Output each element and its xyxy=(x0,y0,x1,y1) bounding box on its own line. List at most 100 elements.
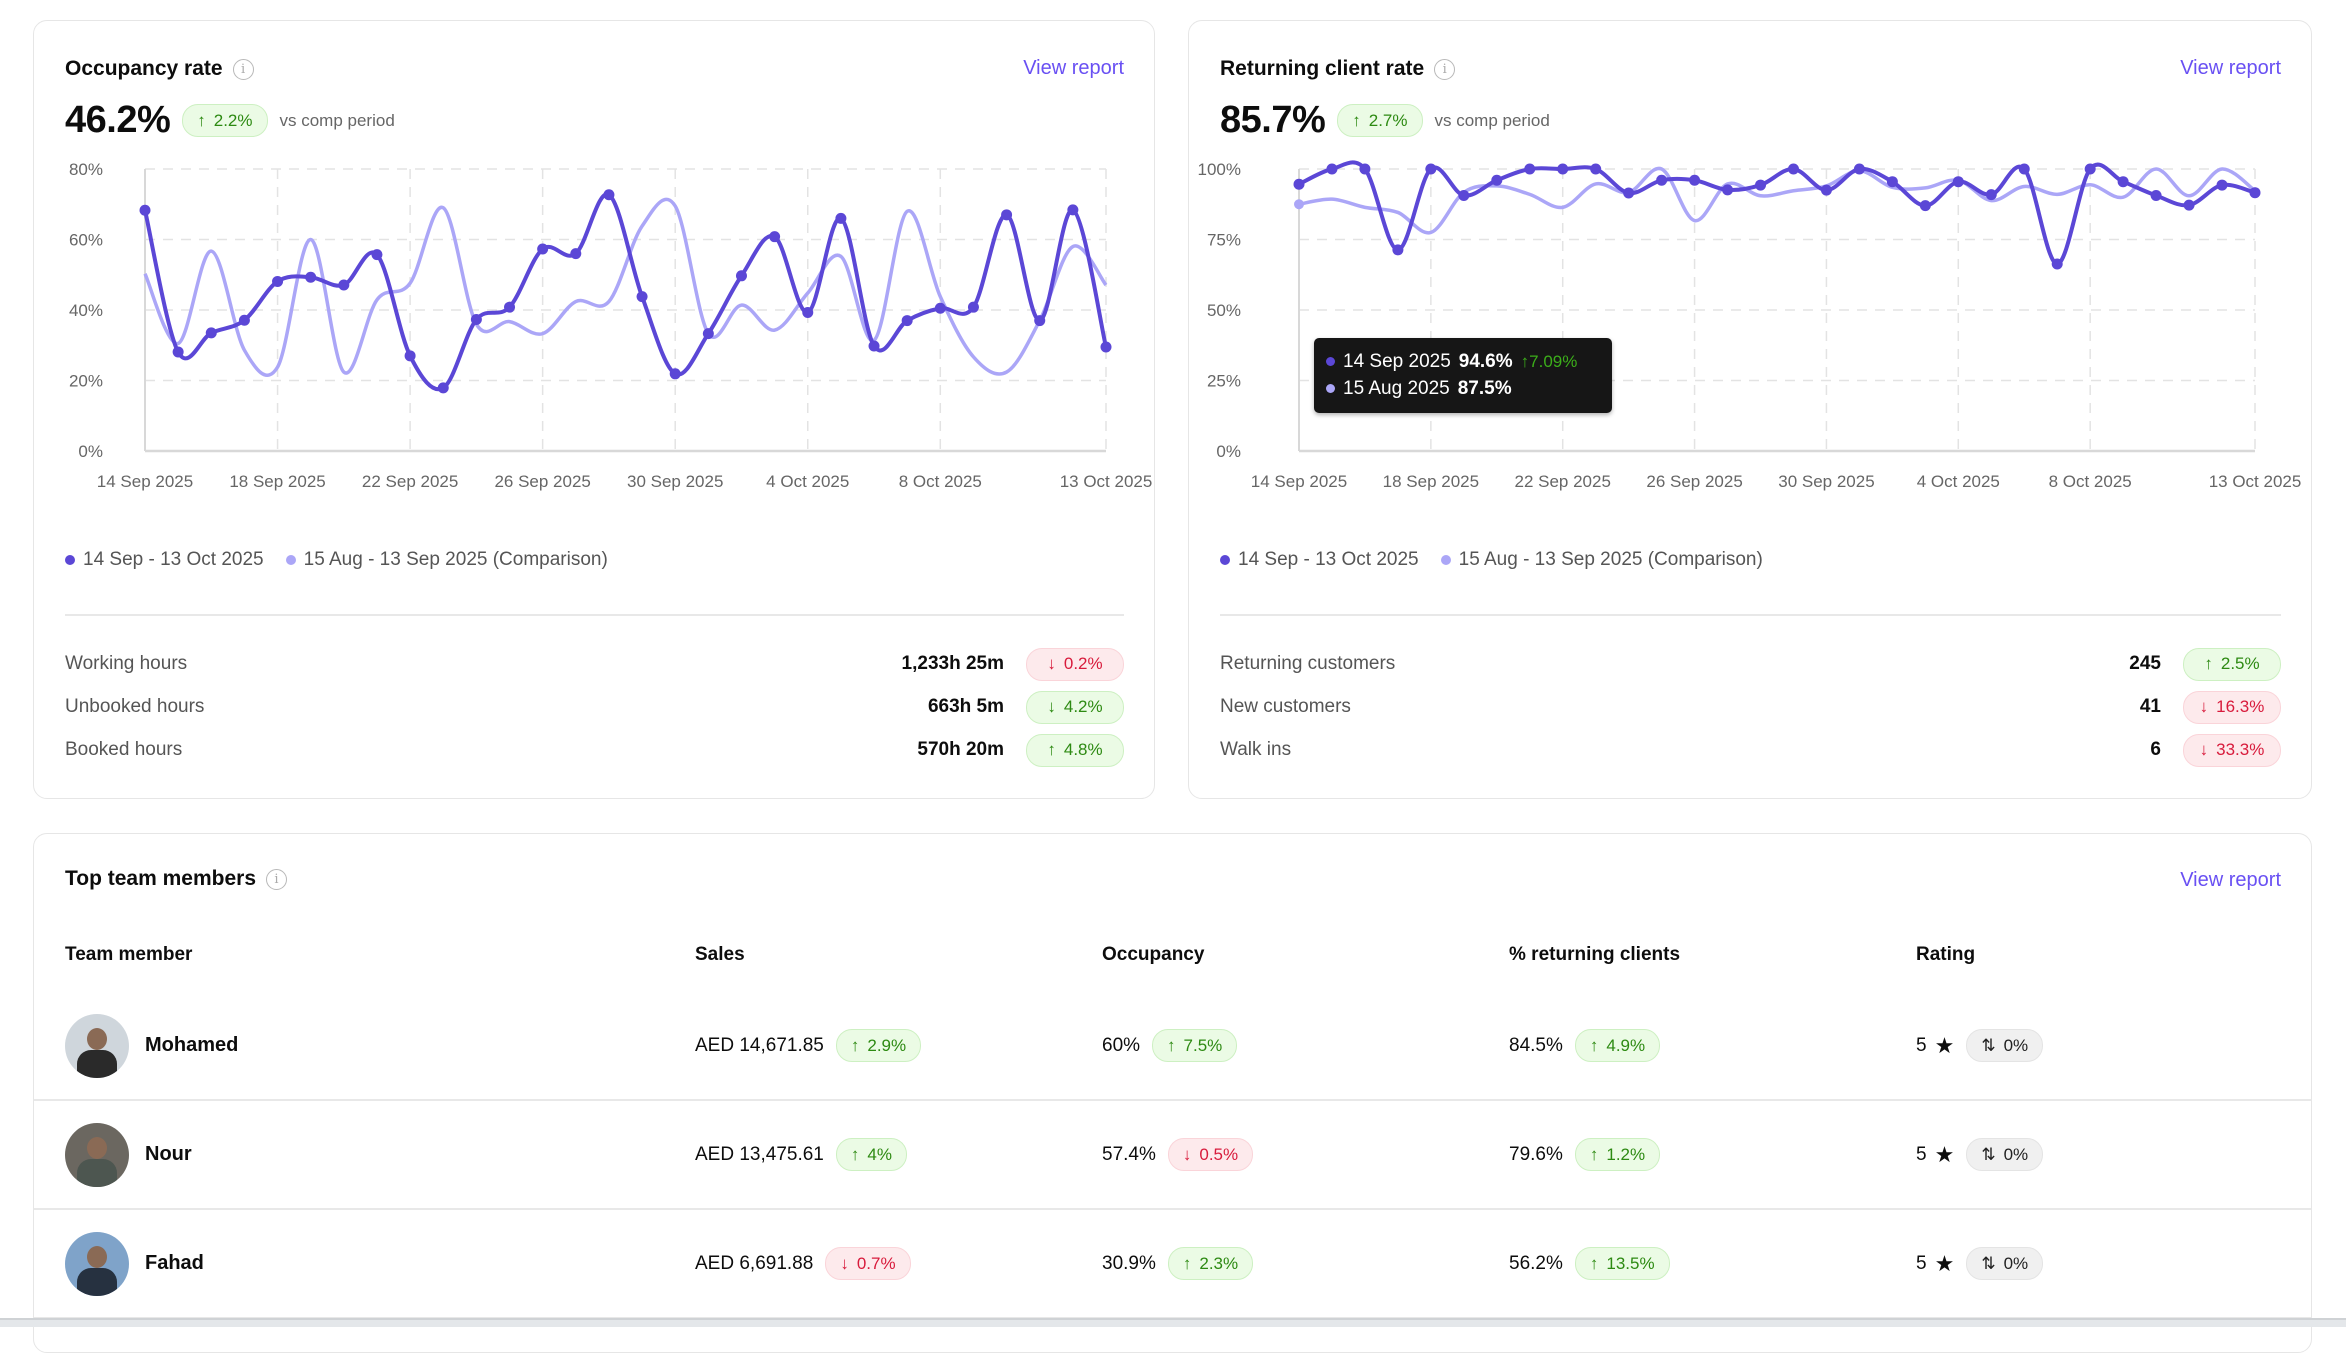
data-point[interactable] xyxy=(1326,163,1338,175)
arrow-down-icon: ↓ xyxy=(2199,740,2209,759)
data-point[interactable] xyxy=(404,350,416,362)
chart-legend: 14 Sep - 13 Oct 2025 15 Aug - 13 Sep 202… xyxy=(65,549,608,571)
data-point[interactable] xyxy=(2150,190,2162,202)
data-point[interactable] xyxy=(2117,176,2129,188)
data-point[interactable] xyxy=(1034,315,1046,327)
returning-value: 56.2% xyxy=(1509,1252,1563,1274)
data-point[interactable] xyxy=(1722,184,1734,196)
data-point[interactable] xyxy=(1067,204,1079,216)
stat-value: 6 xyxy=(2150,739,2161,760)
tooltip-value: 94.6% xyxy=(1458,350,1513,372)
data-point[interactable] xyxy=(1293,178,1305,190)
data-point[interactable] xyxy=(1524,163,1536,175)
data-point[interactable] xyxy=(470,314,482,326)
member-name[interactable]: Fahad xyxy=(145,1252,204,1275)
data-point[interactable] xyxy=(1557,163,1569,175)
data-point[interactable] xyxy=(901,315,913,327)
data-point[interactable] xyxy=(272,275,284,287)
column-header-team-member[interactable]: Team member xyxy=(65,944,192,966)
returning-value: 79.6% xyxy=(1509,1143,1563,1165)
data-point[interactable] xyxy=(305,271,317,283)
series-line-comparison xyxy=(1298,166,2257,235)
data-point[interactable] xyxy=(1656,174,1668,186)
member-name[interactable]: Nour xyxy=(145,1143,192,1166)
divider xyxy=(1220,614,2281,616)
data-point[interactable] xyxy=(769,231,781,243)
data-point[interactable] xyxy=(603,189,615,201)
data-point[interactable] xyxy=(139,204,151,216)
change-text: 0.2% xyxy=(1063,654,1103,673)
member-name[interactable]: Mohamed xyxy=(145,1034,238,1057)
column-header-sales[interactable]: Sales xyxy=(695,944,745,966)
change-text: 2.5% xyxy=(2220,654,2260,673)
data-point[interactable] xyxy=(338,279,350,291)
returning-line-chart[interactable]: 0% 25% 50% 75% 100% 14 Sep 2025 18 Sep 2025 22 … xyxy=(1189,21,2313,521)
change-text: 0.5% xyxy=(1199,1144,1239,1164)
stat-value: 245 xyxy=(2129,653,2161,674)
stat-change-badge: ↓ 33.3% xyxy=(2183,733,2281,767)
data-point[interactable] xyxy=(967,301,979,313)
data-point[interactable] xyxy=(934,302,946,314)
table-row[interactable]: Fahad AED 6,691.88 ↓ 0.7% 30.9% ↑ 2.3% 56.2%… xyxy=(34,1210,2311,1319)
data-point[interactable] xyxy=(636,291,648,303)
data-point-comparison-hover[interactable] xyxy=(1294,199,1304,210)
chart-legend: 14 Sep - 13 Oct 2025 15 Aug - 13 Sep 202… xyxy=(1220,549,1763,571)
data-point[interactable] xyxy=(1689,174,1701,186)
data-point[interactable] xyxy=(2216,179,2228,191)
legend-dot xyxy=(285,554,296,565)
info-icon[interactable]: i xyxy=(266,868,287,890)
occupancy-line-chart[interactable]: 0% 20% 40% 60% 80% 14 Sep 2025 18 Sep 2025 22 S… xyxy=(34,21,1156,521)
data-point[interactable] xyxy=(835,212,847,224)
table-row[interactable]: Nour AED 13,475.61 ↑ 4% 57.4% ↓ 0.5% 79.6% ↑ 1… xyxy=(34,1101,2311,1210)
data-point[interactable] xyxy=(1985,189,1997,201)
change-text: 0.7% xyxy=(856,1253,896,1273)
data-point[interactable] xyxy=(702,328,714,340)
data-point[interactable] xyxy=(1919,200,1931,212)
y-tick-label: 40% xyxy=(69,301,103,320)
data-point[interactable] xyxy=(504,301,516,313)
view-report-link[interactable]: View report xyxy=(2180,869,2281,892)
data-point[interactable] xyxy=(1458,190,1470,202)
data-point[interactable] xyxy=(1001,209,1013,221)
data-point[interactable] xyxy=(1425,163,1437,175)
sales-cell: AED 13,475.61 ↑ 4% xyxy=(695,1101,907,1208)
legend-text: 14 Sep - 13 Oct 2025 xyxy=(1238,549,1419,570)
data-point[interactable] xyxy=(570,248,582,260)
data-point[interactable] xyxy=(1820,184,1832,196)
data-point[interactable] xyxy=(802,306,814,318)
data-point[interactable] xyxy=(2018,163,2030,175)
data-point[interactable] xyxy=(1590,163,1602,175)
data-point[interactable] xyxy=(537,243,549,255)
data-point[interactable] xyxy=(1755,179,1767,191)
data-point[interactable] xyxy=(1853,163,1865,175)
data-point[interactable] xyxy=(371,249,383,261)
data-point[interactable] xyxy=(2084,163,2096,175)
data-point[interactable] xyxy=(437,382,449,394)
data-point[interactable] xyxy=(1392,244,1404,256)
column-header-occupancy[interactable]: Occupancy xyxy=(1102,944,1204,966)
data-point[interactable] xyxy=(205,327,217,339)
data-point[interactable] xyxy=(1623,187,1635,199)
x-tick-label: 13 Oct 2025 xyxy=(1060,472,1153,491)
column-header-returning-clients[interactable]: % returning clients xyxy=(1509,944,1680,966)
data-point[interactable] xyxy=(2249,187,2261,199)
data-point[interactable] xyxy=(735,270,747,282)
data-point[interactable] xyxy=(1491,174,1503,186)
data-point[interactable] xyxy=(172,346,184,358)
column-header-rating[interactable]: Rating xyxy=(1916,944,1975,966)
data-point[interactable] xyxy=(238,314,250,326)
arrow-up-icon: ↑ xyxy=(1589,1253,1599,1273)
y-tick-label: 0% xyxy=(1216,442,1241,461)
arrow-up-icon: ↑ xyxy=(1047,740,1056,759)
data-point[interactable] xyxy=(1359,163,1371,175)
data-point[interactable] xyxy=(1886,176,1898,188)
table-row[interactable]: Mohamed AED 14,671.85 ↑ 2.9% 60% ↑ 7.5% 84.5… xyxy=(34,992,2311,1101)
data-point[interactable] xyxy=(1100,341,1112,353)
data-point[interactable] xyxy=(669,368,681,380)
data-point[interactable] xyxy=(1952,176,1964,188)
data-point[interactable] xyxy=(1787,163,1799,175)
x-tick-label: 22 Sep 2025 xyxy=(1515,472,1611,491)
data-point[interactable] xyxy=(868,340,880,352)
data-point[interactable] xyxy=(2051,258,2063,270)
data-point[interactable] xyxy=(2183,199,2195,211)
